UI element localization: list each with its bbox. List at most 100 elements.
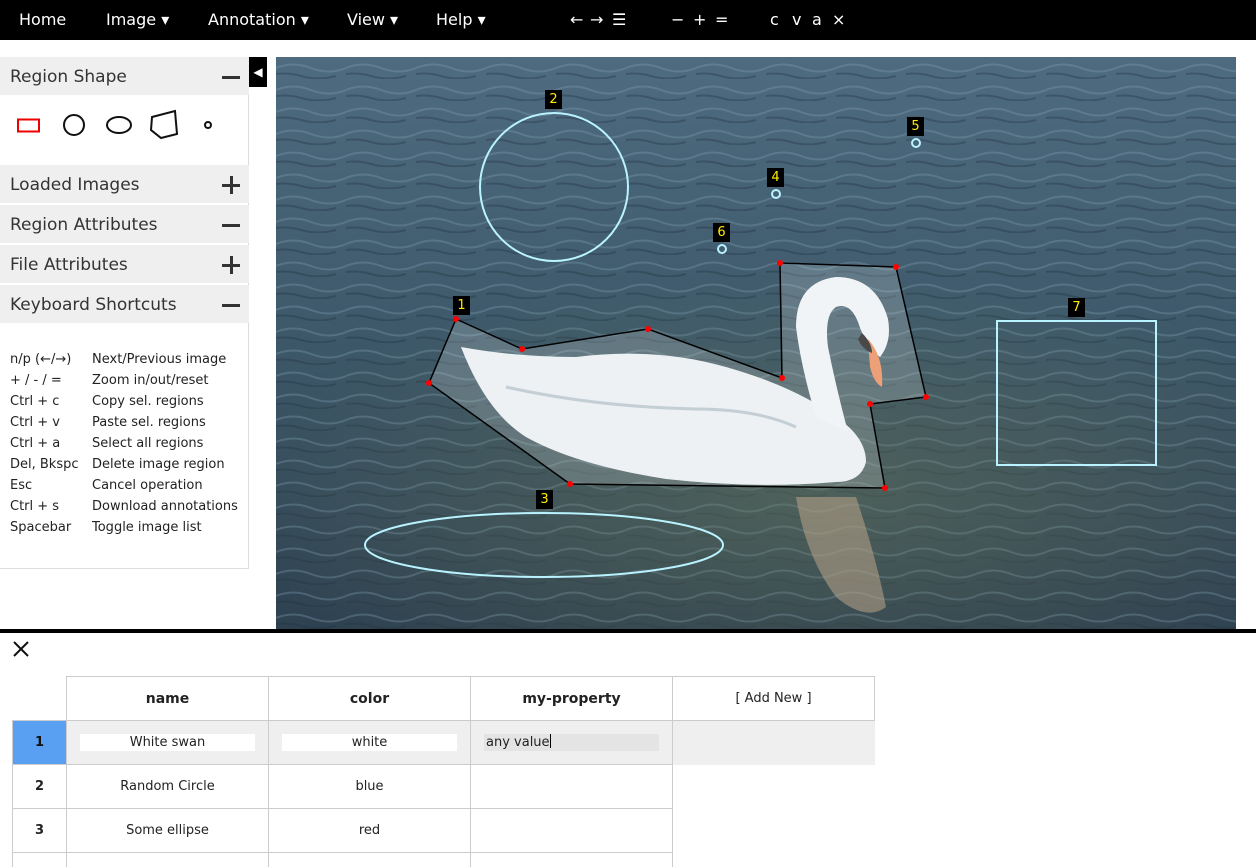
name-cell[interactable]: Random Circle [66,764,269,809]
region-label: 3 [536,490,553,509]
name-cell[interactable] [66,852,269,867]
collapse-icon[interactable] [221,209,241,239]
section-label: Region Shape [10,67,127,87]
menu-home[interactable]: Home [19,10,66,29]
attribute-table: name color my-property [ Add New ] 1 Whi… [12,676,875,867]
name-cell[interactable]: White swan [66,720,269,765]
section-label: Keyboard Shortcuts [10,295,177,315]
corner-cell [13,677,67,721]
shortcut-key: Del, Bkspc [10,457,79,472]
shortcut-row: Ctrl + a Select all regions [0,434,249,455]
expand-icon[interactable] [221,249,241,279]
shortcut-row: Spacebar Toggle image list [0,518,249,539]
rectangle-icon[interactable] [9,108,49,142]
shortcut-key: Ctrl + s [10,499,60,514]
row-id[interactable]: 1 [12,720,67,765]
image-list-icon[interactable]: ☰ [612,10,632,29]
zoom-reset-icon[interactable]: = [715,10,735,29]
section-keyboard-shortcuts[interactable]: Keyboard Shortcuts [0,285,249,323]
section-label: File Attributes [10,255,128,275]
name-input[interactable]: White swan [80,734,255,751]
shortcut-desc: Download annotations [92,499,238,514]
section-file-attributes[interactable]: File Attributes [0,245,249,283]
row-id[interactable]: 3 [12,808,67,853]
delete-region-icon[interactable]: × [832,10,848,29]
section-label: Region Attributes [10,215,158,235]
next-image-icon[interactable]: → [590,10,612,29]
shortcut-key: Ctrl + a [10,436,61,451]
color-cell[interactable]: white [268,720,471,765]
table-row[interactable]: 3 Some ellipse red [12,808,875,853]
my-property-input[interactable]: any value [484,734,659,751]
shortcut-row: Ctrl + c Copy sel. regions [0,392,249,413]
section-region-attributes[interactable]: Region Attributes [0,205,249,243]
ellipse-icon[interactable] [99,108,139,142]
shortcut-key: Ctrl + c [10,394,60,409]
row-id[interactable] [12,852,67,867]
region-label: 1 [453,296,470,315]
region-label: 6 [713,223,730,242]
menu-image[interactable]: Image ▾ [106,10,169,29]
my-property-cell[interactable] [470,764,673,809]
shortcut-key: Spacebar [10,520,72,535]
select-all-icon[interactable]: a [812,10,832,29]
circle-icon[interactable] [54,108,94,142]
shape-toolbar [0,96,249,160]
shortcut-row: Ctrl + v Paste sel. regions [0,413,249,434]
table-row[interactable] [12,852,875,867]
attribute-editor: name color my-property [ Add New ] 1 Whi… [0,633,1256,867]
my-property-cell[interactable]: any value [470,720,673,765]
polygon-icon[interactable] [144,108,184,142]
shortcut-row: n/p (←/→) Next/Previous image [0,350,249,371]
shortcut-key: n/p (←/→) [10,352,72,367]
table-row[interactable]: 1 White swan white any value [12,720,875,765]
row-id[interactable]: 2 [12,764,67,809]
column-header[interactable]: my-property [470,676,673,721]
region-label: 5 [907,117,924,136]
table-row[interactable]: 2 Random Circle blue [12,764,875,809]
color-input[interactable]: white [282,734,457,751]
zoom-out-icon[interactable]: − [671,10,693,29]
paste-region-icon[interactable]: v [792,10,812,29]
color-cell[interactable] [268,852,471,867]
prev-image-icon[interactable]: ← [570,10,590,29]
shortcut-desc: Select all regions [92,436,204,451]
collapse-icon[interactable] [221,289,241,319]
section-label: Loaded Images [10,175,140,195]
copy-region-icon[interactable]: c [770,10,792,29]
collapse-panel-icon[interactable]: ◀ [249,57,267,87]
color-cell[interactable]: red [268,808,471,853]
menu-view[interactable]: View ▾ [347,10,398,29]
image-canvas[interactable]: 1 2 3 4 5 6 7 [276,57,1236,629]
my-property-value: any value [486,735,550,750]
region-label: 7 [1068,298,1085,317]
empty-cell [673,853,875,867]
expand-icon[interactable] [221,169,241,199]
add-new-attribute-button[interactable]: [ Add New ] [672,676,875,721]
navigation-tools: ← → ☰ [570,10,632,29]
shortcut-key: Ctrl + v [10,415,60,430]
point-icon[interactable] [188,108,228,142]
my-property-cell[interactable] [470,852,673,867]
collapse-icon[interactable] [221,61,241,91]
edit-tools: c v a × [770,10,848,29]
column-header[interactable]: name [66,676,269,721]
left-panel: Region Shape Loaded Images Region Attrib… [0,57,249,569]
name-cell[interactable]: Some ellipse [66,808,269,853]
shortcut-row: Ctrl + s Download annotations [0,497,249,518]
annotated-image[interactable] [276,57,1236,629]
zoom-in-icon[interactable]: + [693,10,715,29]
shortcut-desc: Toggle image list [92,520,202,535]
close-icon[interactable] [10,637,34,661]
section-loaded-images[interactable]: Loaded Images [0,165,249,203]
menu-annotation[interactable]: Annotation ▾ [208,10,309,29]
my-property-cell[interactable] [470,808,673,853]
text-caret [549,734,551,748]
column-header[interactable]: color [268,676,471,721]
section-region-shape[interactable]: Region Shape [0,57,249,95]
menu-help[interactable]: Help ▾ [436,10,486,29]
shortcut-desc: Zoom in/out/reset [92,373,209,388]
color-cell[interactable]: blue [268,764,471,809]
empty-cell [672,720,875,765]
shortcut-key: + / - / = [10,373,62,388]
